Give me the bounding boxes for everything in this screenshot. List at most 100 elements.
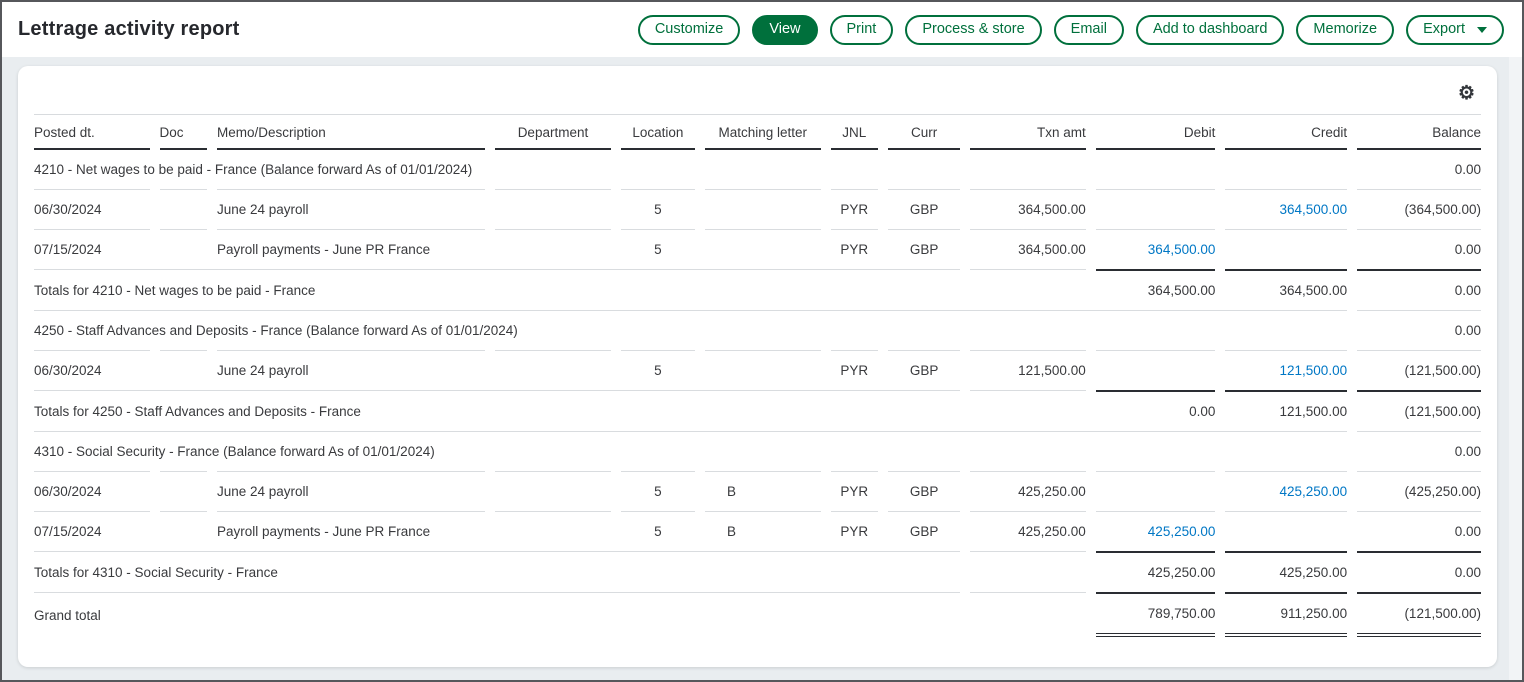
credit-amount-link[interactable]: 425,250.00 <box>1280 484 1348 499</box>
section-row: 4250 - Staff Advances and Deposits - Fra… <box>34 310 1481 350</box>
cell-balance: 0.00 <box>1357 310 1481 350</box>
cell-txn: 121,500.00 <box>970 350 1086 390</box>
cell-jnl: PYR <box>831 229 878 269</box>
gear-icon[interactable] <box>1458 84 1475 103</box>
customize-button-label: Customize <box>655 22 724 37</box>
memorize-button[interactable]: Memorize <box>1296 15 1394 45</box>
cell-balance: (425,250.00) <box>1357 471 1481 511</box>
cell-doc <box>160 189 207 229</box>
cell-credit: 121,500.00 <box>1225 350 1347 390</box>
vertical-scrollbar[interactable] <box>1509 57 1522 680</box>
cell-doc <box>160 511 207 551</box>
cell-posted: 07/15/2024 <box>34 511 150 551</box>
cell-balance: (121,500.00) <box>1357 592 1481 637</box>
debit-amount-link[interactable]: 425,250.00 <box>1148 524 1216 539</box>
email-button-label: Email <box>1071 22 1107 37</box>
cell-credit: 425,250.00 <box>1225 551 1347 592</box>
data-row: 06/30/2024June 24 payroll5PYRGBP364,500.… <box>34 189 1481 229</box>
cell-matching <box>705 229 821 269</box>
cell-matching <box>705 350 821 390</box>
column-header-debit: Debit <box>1096 115 1216 150</box>
column-header-curr: Curr <box>888 115 960 150</box>
totals-label: Totals for 4210 - Net wages to be paid -… <box>34 269 960 310</box>
column-header-txn: Txn amt <box>970 115 1086 150</box>
cell-curr: GBP <box>888 471 960 511</box>
cell-balance: 0.00 <box>1357 150 1481 189</box>
customize-button[interactable]: Customize <box>638 15 741 45</box>
cell-credit: 364,500.00 <box>1225 189 1347 229</box>
debit-amount-link[interactable]: 364,500.00 <box>1148 242 1216 257</box>
cell-balance: 0.00 <box>1357 431 1481 471</box>
cell-debit: 0.00 <box>1096 390 1216 431</box>
print-button[interactable]: Print <box>830 15 894 45</box>
report-card: Posted dt.DocMemo/DescriptionDepartmentL… <box>18 66 1497 667</box>
section-header-label: 4250 - Staff Advances and Deposits - Fra… <box>34 310 1347 350</box>
cell-department <box>495 189 611 229</box>
cell-credit: 121,500.00 <box>1225 390 1347 431</box>
cell-doc <box>160 350 207 390</box>
cell-location: 5 <box>621 350 695 390</box>
table-settings-row <box>34 76 1481 115</box>
data-row: 07/15/2024Payroll payments - June PR Fra… <box>34 229 1481 269</box>
cell-debit: 364,500.00 <box>1096 229 1216 269</box>
cell-memo: June 24 payroll <box>217 350 485 390</box>
cell-balance: (364,500.00) <box>1357 189 1481 229</box>
credit-amount-link[interactable]: 364,500.00 <box>1280 202 1348 217</box>
view-button[interactable]: View <box>752 15 817 45</box>
cell-posted: 06/30/2024 <box>34 350 150 390</box>
cell-credit <box>1225 229 1347 269</box>
grand-total-label: Grand total <box>34 592 960 637</box>
cell-curr: GBP <box>888 189 960 229</box>
cell-curr: GBP <box>888 511 960 551</box>
grand-row: Grand total789,750.00911,250.00(121,500.… <box>34 592 1481 637</box>
process-store-button[interactable]: Process & store <box>905 15 1041 45</box>
cell-posted: 06/30/2024 <box>34 189 150 229</box>
cell-credit: 425,250.00 <box>1225 471 1347 511</box>
cell-matching: B <box>705 471 821 511</box>
column-header-doc: Doc <box>160 115 207 150</box>
cell-debit: 364,500.00 <box>1096 269 1216 310</box>
section-header-label: 4310 - Social Security - France (Balance… <box>34 431 1347 471</box>
section-row: 4310 - Social Security - France (Balance… <box>34 431 1481 471</box>
cell-curr: GBP <box>888 350 960 390</box>
export-button-label: Export <box>1423 22 1465 37</box>
cell-credit: 911,250.00 <box>1225 592 1347 637</box>
export-button[interactable]: Export <box>1406 15 1504 45</box>
cell-department <box>495 471 611 511</box>
totals-label: Totals for 4250 - Staff Advances and Dep… <box>34 390 960 431</box>
cell-txn: 425,250.00 <box>970 471 1086 511</box>
totals-row: Totals for 4210 - Net wages to be paid -… <box>34 269 1481 310</box>
table-header-row: Posted dt.DocMemo/DescriptionDepartmentL… <box>34 115 1481 150</box>
cell-balance: 0.00 <box>1357 551 1481 592</box>
cell-txn <box>970 269 1086 310</box>
caret-down-icon <box>1477 27 1487 33</box>
column-header-location: Location <box>621 115 695 150</box>
totals-row: Totals for 4310 - Social Security - Fran… <box>34 551 1481 592</box>
column-header-memo: Memo/Description <box>217 115 485 150</box>
data-row: 07/15/2024Payroll payments - June PR Fra… <box>34 511 1481 551</box>
cell-location: 5 <box>621 189 695 229</box>
cell-balance: (121,500.00) <box>1357 390 1481 431</box>
data-row: 06/30/2024June 24 payroll5PYRGBP121,500.… <box>34 350 1481 390</box>
cell-memo: June 24 payroll <box>217 471 485 511</box>
totals-row: Totals for 4250 - Staff Advances and Dep… <box>34 390 1481 431</box>
cell-matching <box>705 189 821 229</box>
add-to-dashboard-button[interactable]: Add to dashboard <box>1136 15 1284 45</box>
view-button-label: View <box>769 22 800 37</box>
print-button-label: Print <box>847 22 877 37</box>
credit-amount-link[interactable]: 121,500.00 <box>1280 363 1348 378</box>
column-header-department: Department <box>495 115 611 150</box>
cell-department <box>495 350 611 390</box>
cell-jnl: PYR <box>831 189 878 229</box>
cell-matching: B <box>705 511 821 551</box>
cell-doc <box>160 229 207 269</box>
memorize-button-label: Memorize <box>1313 22 1377 37</box>
lettrage-activity-report-window: { "header": { "title": "Lettrage activit… <box>0 0 1524 682</box>
cell-department <box>495 511 611 551</box>
cell-balance: 0.00 <box>1357 229 1481 269</box>
cell-txn: 364,500.00 <box>970 189 1086 229</box>
email-button[interactable]: Email <box>1054 15 1124 45</box>
cell-balance: (121,500.00) <box>1357 350 1481 390</box>
cell-jnl: PYR <box>831 511 878 551</box>
cell-txn <box>970 390 1086 431</box>
